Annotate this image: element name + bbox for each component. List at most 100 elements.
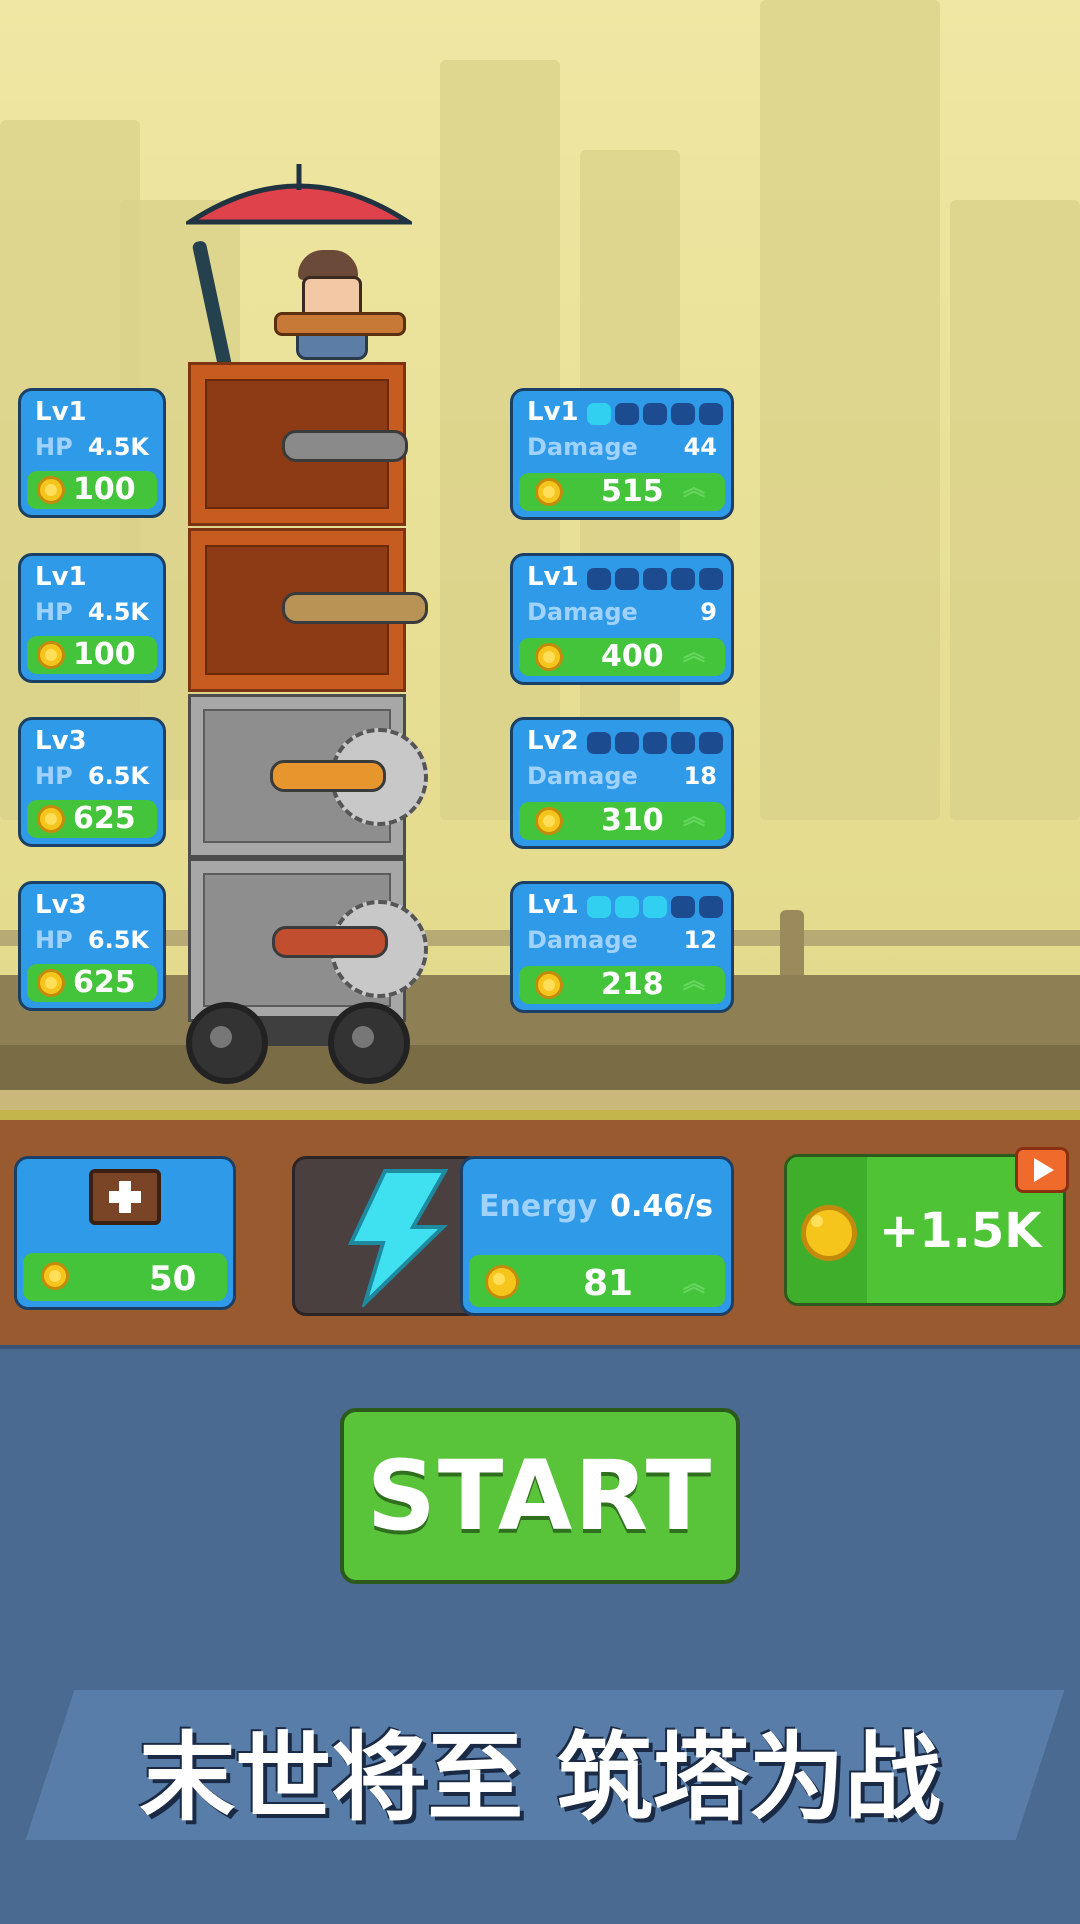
- damage-label: Damage: [527, 926, 638, 954]
- hp-value: 4.5K: [87, 598, 149, 626]
- level-label: Lv1: [527, 397, 579, 427]
- coin-bonus-amount: +1.5K: [879, 1203, 1042, 1259]
- upgrade-arrow-icon: ︽: [683, 641, 706, 666]
- coin-icon: [535, 807, 563, 835]
- level-label: Lv1: [527, 562, 579, 592]
- damage-value: 44: [683, 433, 717, 461]
- saw-arm-icon: [270, 760, 386, 792]
- weapon-upgrade-card-2[interactable]: Lv1 Damage 9 400 ︽: [510, 553, 734, 685]
- level-pip: [699, 403, 723, 425]
- coin-icon: [37, 476, 65, 504]
- level-pip: [643, 568, 667, 590]
- level-pip: [671, 896, 695, 918]
- gunner-character: [274, 250, 406, 360]
- upgrade-cost: 218: [601, 967, 664, 1002]
- block-upgrade-card-4[interactable]: Lv3 HP 6.5K 625: [18, 881, 166, 1011]
- upgrade-cost: 400: [601, 639, 664, 674]
- road-shadow: [0, 1045, 1080, 1090]
- slogan-text: 末世将至 筑塔为战: [139, 1722, 941, 1834]
- level-label: Lv3: [35, 890, 87, 920]
- hp-value: 4.5K: [87, 433, 149, 461]
- flamethrower-turret-icon: [282, 592, 428, 624]
- level-label: Lv1: [35, 562, 87, 592]
- level-pip: [643, 732, 667, 754]
- upgrade-cost-bar[interactable]: 625: [27, 800, 157, 838]
- buy-cost-bar[interactable]: 50: [23, 1253, 227, 1301]
- coin-icon: [37, 641, 65, 669]
- level-pips: [587, 568, 723, 590]
- block-upgrade-card-1[interactable]: Lv1 HP 4.5K 100: [18, 388, 166, 518]
- level-pip: [587, 568, 611, 590]
- weapon-upgrade-card-3[interactable]: Lv2 Damage 18 310 ︽: [510, 717, 734, 849]
- damage-value: 18: [683, 762, 717, 790]
- weapon-upgrade-card-1[interactable]: Lv1 Damage 44 515 ︽: [510, 388, 734, 520]
- damage-value: 12: [683, 926, 717, 954]
- upgrade-cost: 310: [601, 803, 664, 838]
- coin-icon: [535, 643, 563, 671]
- level-pip: [615, 568, 639, 590]
- level-pips: [587, 403, 723, 425]
- level-label: Lv3: [35, 726, 87, 756]
- level-pip: [671, 732, 695, 754]
- level-pip: [615, 403, 639, 425]
- level-pip: [615, 896, 639, 918]
- umbrella-icon: [181, 160, 417, 240]
- level-pip: [587, 896, 611, 918]
- upgrade-cost-bar[interactable]: 100: [27, 471, 157, 509]
- upgrade-cost-bar[interactable]: 218 ︽: [519, 966, 725, 1004]
- coin-icon: [485, 1265, 519, 1299]
- upgrade-cost-bar[interactable]: 100: [27, 636, 157, 674]
- coin-icon: [41, 1262, 69, 1290]
- coin-icon: [535, 478, 563, 506]
- energy-icon-panel: [292, 1156, 482, 1316]
- damage-label: Damage: [527, 598, 638, 626]
- buy-block-button[interactable]: 50: [14, 1156, 236, 1310]
- level-pip: [699, 732, 723, 754]
- lightning-icon: [347, 1169, 449, 1307]
- buy-cost: 50: [149, 1259, 197, 1299]
- block-upgrade-card-2[interactable]: Lv1 HP 4.5K 100: [18, 553, 166, 683]
- upgrade-cost-bar[interactable]: 310 ︽: [519, 802, 725, 840]
- crate-plus-icon: [89, 1169, 161, 1225]
- hp-label: HP: [35, 433, 73, 461]
- energy-cost-bar[interactable]: 81 ︽: [469, 1255, 725, 1307]
- hp-value: 6.5K: [87, 926, 149, 954]
- saw-arm-icon: [272, 926, 388, 958]
- upgrade-cost: 625: [73, 965, 136, 1000]
- block-upgrade-card-3[interactable]: Lv3 HP 6.5K 625: [18, 717, 166, 847]
- upgrade-cost-bar[interactable]: 400 ︽: [519, 638, 725, 676]
- minigun-turret-icon: [282, 430, 408, 462]
- coin-icon: [535, 971, 563, 999]
- level-pip: [699, 896, 723, 918]
- level-pip: [699, 568, 723, 590]
- level-label: Lv1: [527, 890, 579, 920]
- upgrade-cost-bar[interactable]: 515 ︽: [519, 473, 725, 511]
- upgrade-arrow-icon: ︽: [683, 969, 706, 994]
- upgrade-arrow-icon: ︽: [683, 805, 706, 830]
- start-button[interactable]: START: [340, 1408, 740, 1584]
- level-pips: [587, 896, 723, 918]
- weapon-upgrade-card-4[interactable]: Lv1 Damage 12 218 ︽: [510, 881, 734, 1013]
- coin-icon: [37, 969, 65, 997]
- upgrade-cost: 100: [73, 472, 136, 507]
- level-pip: [643, 896, 667, 918]
- level-pip: [643, 403, 667, 425]
- hp-label: HP: [35, 598, 73, 626]
- level-pip: [671, 403, 695, 425]
- wheel-icon: [328, 1002, 410, 1084]
- upgrade-arrow-icon: ︽: [683, 1272, 706, 1297]
- energy-rate: 0.46/s: [610, 1189, 713, 1224]
- wheel-icon: [186, 1002, 268, 1084]
- coin-icon: [801, 1205, 857, 1261]
- building-silhouette: [950, 200, 1080, 820]
- coin-bonus-button[interactable]: +1.5K: [784, 1147, 1069, 1306]
- upgrade-cost: 100: [73, 637, 136, 672]
- energy-upgrade-card[interactable]: Energy 0.46/s 81 ︽: [460, 1156, 734, 1316]
- upgrade-cost: 515: [601, 474, 664, 509]
- building-silhouette: [760, 0, 940, 820]
- upgrade-cost-bar[interactable]: 625: [27, 964, 157, 1002]
- damage-value: 9: [700, 598, 717, 626]
- upgrade-arrow-icon: ︽: [683, 476, 706, 501]
- upgrade-cost: 625: [73, 801, 136, 836]
- energy-cost: 81: [583, 1263, 634, 1304]
